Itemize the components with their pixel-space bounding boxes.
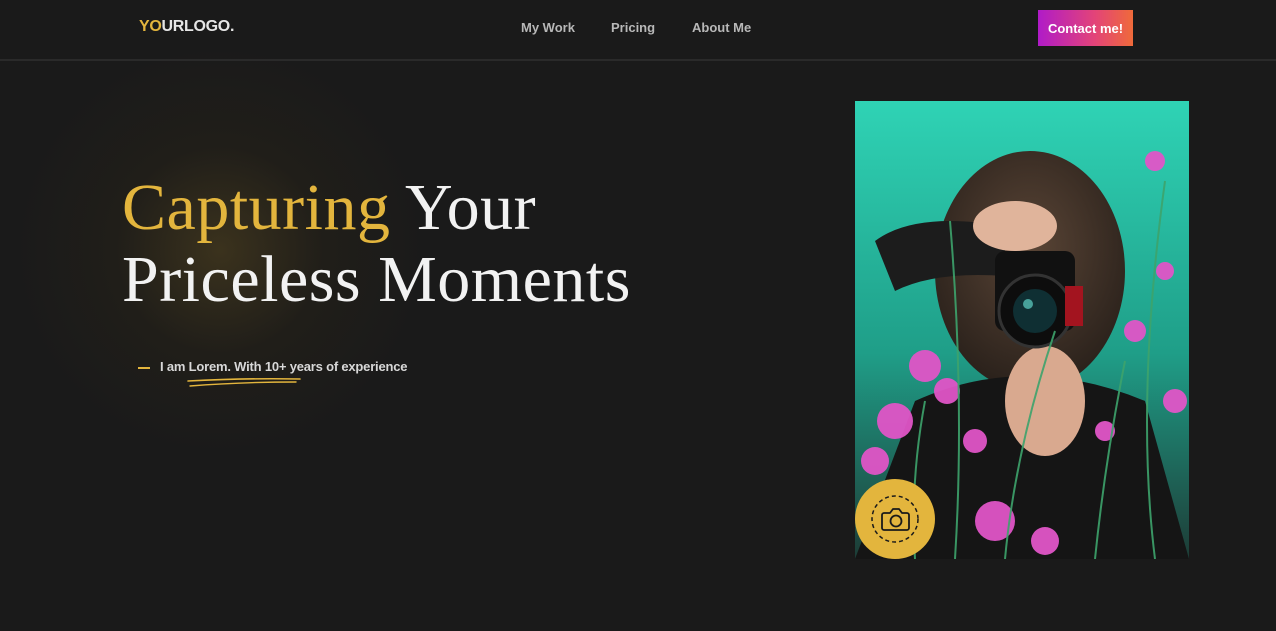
logo-text: URLOGO.: [161, 18, 235, 35]
tagline-underline: [187, 377, 301, 387]
contact-button[interactable]: Contact me!: [1038, 10, 1133, 46]
headline-line2: Priceless Moments: [122, 243, 631, 316]
tagline-dash: [138, 367, 150, 369]
nav-link-my-work[interactable]: My Work: [521, 20, 575, 35]
hero-headline: Capturing Your Priceless Moments: [122, 172, 631, 316]
nav-link-pricing[interactable]: Pricing: [611, 20, 655, 35]
headline-accent-word: Capturing: [122, 171, 391, 244]
nav-link-about-me[interactable]: About Me: [692, 20, 751, 35]
logo-accent-text: YO: [139, 18, 162, 35]
tagline-text: I am Lorem. With 10+ years of experience: [160, 359, 408, 374]
top-navbar: YOURLOGO. My Work Pricing About Me Conta…: [0, 0, 1276, 61]
camera-badge[interactable]: [855, 479, 935, 559]
camera-icon: [871, 495, 919, 543]
site-logo[interactable]: YOURLOGO.: [139, 18, 234, 36]
headline-line1-rest: Your: [390, 171, 537, 244]
